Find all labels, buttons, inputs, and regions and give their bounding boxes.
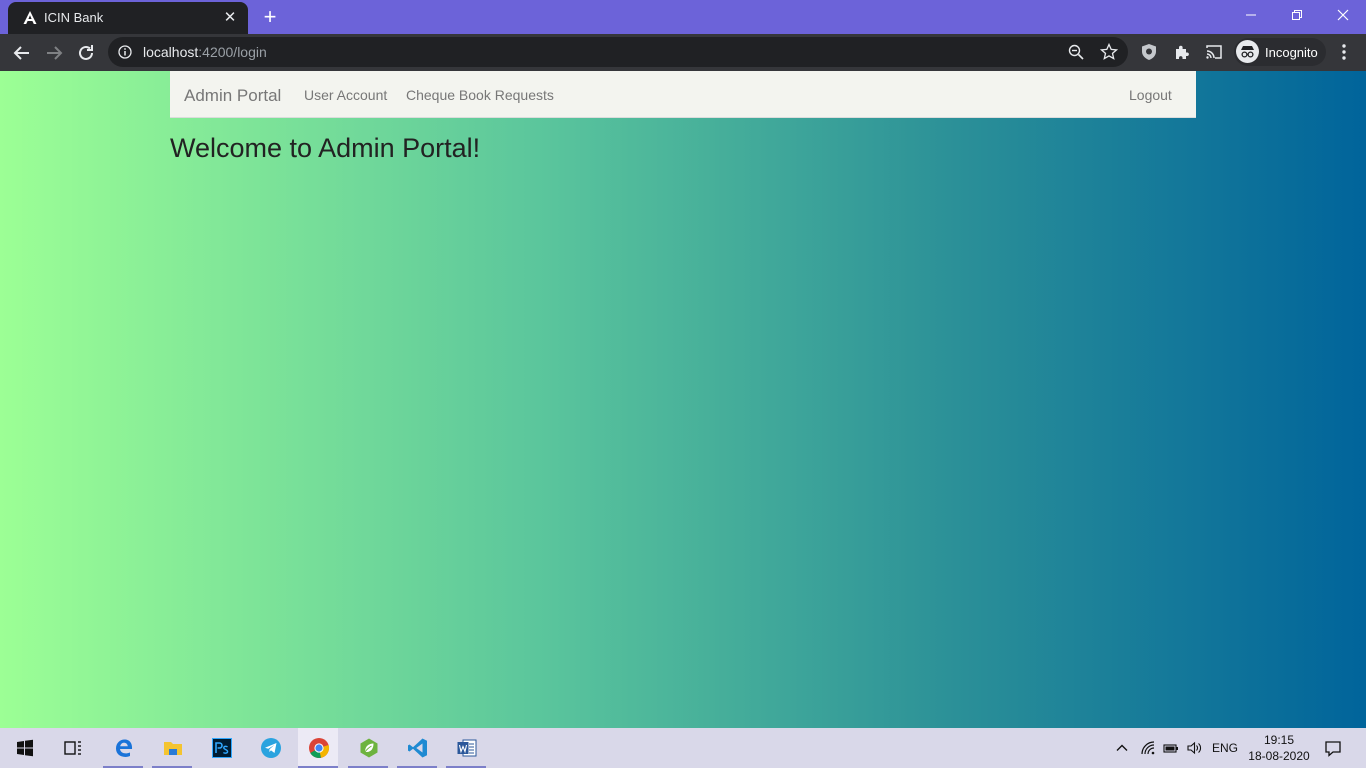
input-language[interactable]: ENG: [1212, 741, 1238, 755]
admin-navbar: Admin Portal User Account Cheque Book Re…: [170, 71, 1196, 118]
forward-arrow-icon[interactable]: [40, 39, 68, 67]
chrome-icon: [309, 738, 330, 759]
photoshop-icon: [212, 738, 232, 758]
tab-title: ICIN Bank: [44, 10, 104, 25]
incognito-label: Incognito: [1265, 45, 1318, 60]
browser-tab-strip: ICIN Bank ✕ +: [0, 0, 1366, 34]
nav-link-cheque-book-requests[interactable]: Cheque Book Requests: [406, 87, 554, 103]
logout-link[interactable]: Logout: [1129, 87, 1172, 103]
chevron-up-icon[interactable]: [1114, 740, 1130, 756]
minimize-icon: [1246, 14, 1256, 16]
window-close-button[interactable]: [1320, 0, 1366, 30]
browser-toolbar: localhost:4200/login Incognito: [0, 34, 1366, 71]
browser-menu-icon[interactable]: [1336, 41, 1352, 63]
volume-icon[interactable]: [1186, 740, 1202, 756]
taskbar-edge[interactable]: [103, 728, 143, 768]
task-view-icon: [64, 741, 81, 755]
extensions-puzzle-icon[interactable]: [1173, 43, 1191, 61]
task-view-button[interactable]: [52, 728, 92, 768]
site-info-icon[interactable]: [118, 45, 132, 59]
incognito-icon: [1236, 40, 1259, 63]
word-icon: [457, 739, 477, 757]
browser-tab[interactable]: ICIN Bank ✕: [8, 2, 248, 34]
cast-icon[interactable]: [1205, 43, 1223, 61]
new-tab-button[interactable]: +: [258, 5, 282, 29]
nav-link-user-account[interactable]: User Account: [304, 87, 387, 103]
folder-icon: [164, 742, 182, 755]
system-clock[interactable]: 19:15 18-08-2020: [1244, 732, 1314, 764]
navbar-brand[interactable]: Admin Portal: [184, 86, 281, 106]
page-content: Admin Portal User Account Cheque Book Re…: [0, 71, 1366, 728]
taskbar-telegram[interactable]: [250, 728, 290, 768]
window-minimize-button[interactable]: [1228, 0, 1274, 30]
notification-icon[interactable]: [1324, 739, 1342, 757]
reload-icon[interactable]: [72, 39, 100, 67]
clock-time: 19:15: [1263, 733, 1295, 747]
shield-extension-icon[interactable]: [1140, 43, 1158, 61]
back-arrow-icon[interactable]: [8, 39, 36, 67]
taskbar-photoshop[interactable]: [201, 728, 241, 768]
address-bar[interactable]: localhost:4200/login: [108, 37, 1128, 67]
taskbar-file-explorer[interactable]: [152, 728, 192, 768]
angular-icon: [23, 11, 37, 24]
start-button[interactable]: [4, 728, 44, 768]
incognito-profile-button[interactable]: Incognito: [1234, 38, 1326, 66]
taskbar-vscode[interactable]: [397, 728, 437, 768]
taskbar-word[interactable]: [446, 728, 486, 768]
windows-logo-icon: [17, 739, 33, 757]
tab-close-icon[interactable]: ✕: [220, 8, 240, 28]
restore-icon: [1292, 10, 1302, 20]
edge-icon: [116, 739, 133, 757]
windows-taskbar: ENG 19:15 18-08-2020: [0, 728, 1366, 768]
vscode-icon: [408, 738, 427, 758]
window-restore-button[interactable]: [1274, 0, 1320, 30]
url-text[interactable]: localhost:4200/login: [143, 44, 267, 60]
taskbar-chrome[interactable]: [298, 728, 338, 768]
close-icon: [1337, 9, 1349, 21]
battery-icon[interactable]: [1163, 740, 1179, 756]
bookmark-star-icon[interactable]: [1100, 43, 1118, 61]
wifi-icon[interactable]: [1140, 740, 1156, 756]
clock-date: 18-08-2020: [1248, 749, 1310, 763]
spring-leaf-icon: [360, 738, 378, 758]
telegram-icon: [261, 738, 281, 758]
taskbar-spring-tool-suite[interactable]: [348, 728, 388, 768]
zoom-icon[interactable]: [1068, 44, 1084, 60]
page-title: Welcome to Admin Portal!: [170, 133, 481, 163]
